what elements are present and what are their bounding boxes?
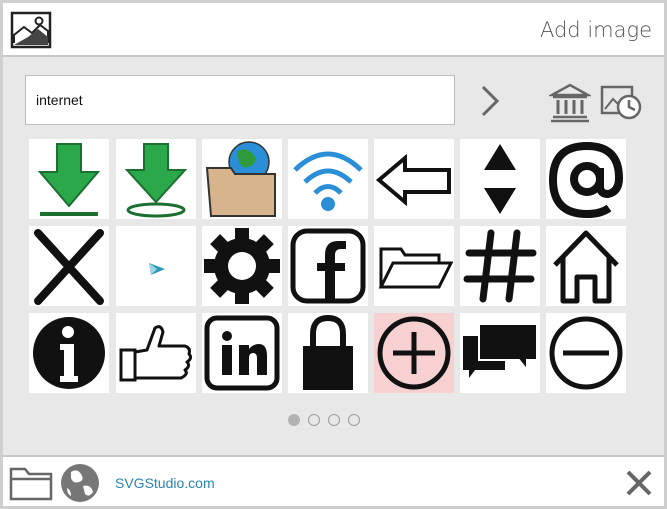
image-icon (10, 11, 52, 49)
results-grid (29, 139, 631, 395)
result-tile[interactable] (546, 139, 626, 219)
gear-icon (204, 228, 280, 304)
svgstudio-link[interactable]: SVGStudio.com (115, 475, 215, 491)
home-icon (553, 230, 619, 304)
result-tile[interactable] (202, 139, 282, 219)
minus-circle-icon (549, 316, 623, 390)
chevron-right-icon[interactable] (477, 83, 503, 119)
pagination (288, 414, 360, 426)
result-tile[interactable] (460, 313, 540, 393)
info-icon (33, 317, 105, 389)
linkedin-icon (204, 315, 280, 391)
plus-circle-icon (377, 316, 451, 390)
page-dot-4[interactable] (348, 414, 360, 426)
page-dot-3[interactable] (328, 414, 340, 426)
speech-bubbles-icon (463, 323, 538, 378)
result-tile[interactable] (546, 226, 626, 306)
result-tile[interactable] (116, 226, 196, 306)
page-dot-2[interactable] (308, 414, 320, 426)
open-folder-icon (378, 247, 453, 289)
globe-icon[interactable] (59, 462, 101, 504)
result-tile[interactable] (460, 226, 540, 306)
folder-icon[interactable] (9, 465, 53, 501)
cursor-icon (149, 263, 165, 275)
download-arrow-icon (37, 143, 101, 216)
result-tile[interactable] (202, 226, 282, 306)
page-dot-1[interactable] (288, 414, 300, 426)
add-image-dialog: Add image internet SVGStudio.com (0, 0, 667, 509)
result-tile[interactable] (29, 313, 109, 393)
close-icon[interactable] (624, 468, 654, 498)
result-tile-selected[interactable] (374, 313, 454, 393)
facebook-icon (290, 228, 366, 304)
dialog-header: Add image (3, 3, 664, 57)
hashtag-icon (463, 229, 537, 303)
padlock-icon (303, 314, 353, 390)
result-tile[interactable] (29, 139, 109, 219)
arrow-left-icon (375, 153, 451, 207)
download-circle-icon (124, 143, 188, 218)
thumbs-up-icon (119, 325, 193, 382)
result-tile[interactable] (374, 226, 454, 306)
result-tile[interactable] (202, 313, 282, 393)
search-input[interactable] (25, 75, 455, 125)
at-sign-icon (548, 141, 624, 218)
x-mark-icon (34, 229, 104, 305)
result-tile[interactable] (460, 139, 540, 219)
library-icon[interactable] (549, 81, 591, 123)
result-tile[interactable] (29, 226, 109, 306)
result-tile[interactable] (546, 313, 626, 393)
globe-folder-icon (205, 141, 276, 217)
result-tile[interactable] (116, 139, 196, 219)
result-tile[interactable] (116, 313, 196, 393)
up-down-arrows-icon (484, 144, 516, 214)
dialog-footer: SVGStudio.com (3, 455, 664, 506)
result-tile[interactable] (288, 226, 368, 306)
dialog-title: Add image (539, 18, 652, 42)
wifi-icon (293, 151, 363, 211)
result-tile[interactable] (374, 139, 454, 219)
result-tile[interactable] (288, 139, 368, 219)
history-icon[interactable] (599, 81, 643, 123)
result-tile[interactable] (288, 313, 368, 393)
